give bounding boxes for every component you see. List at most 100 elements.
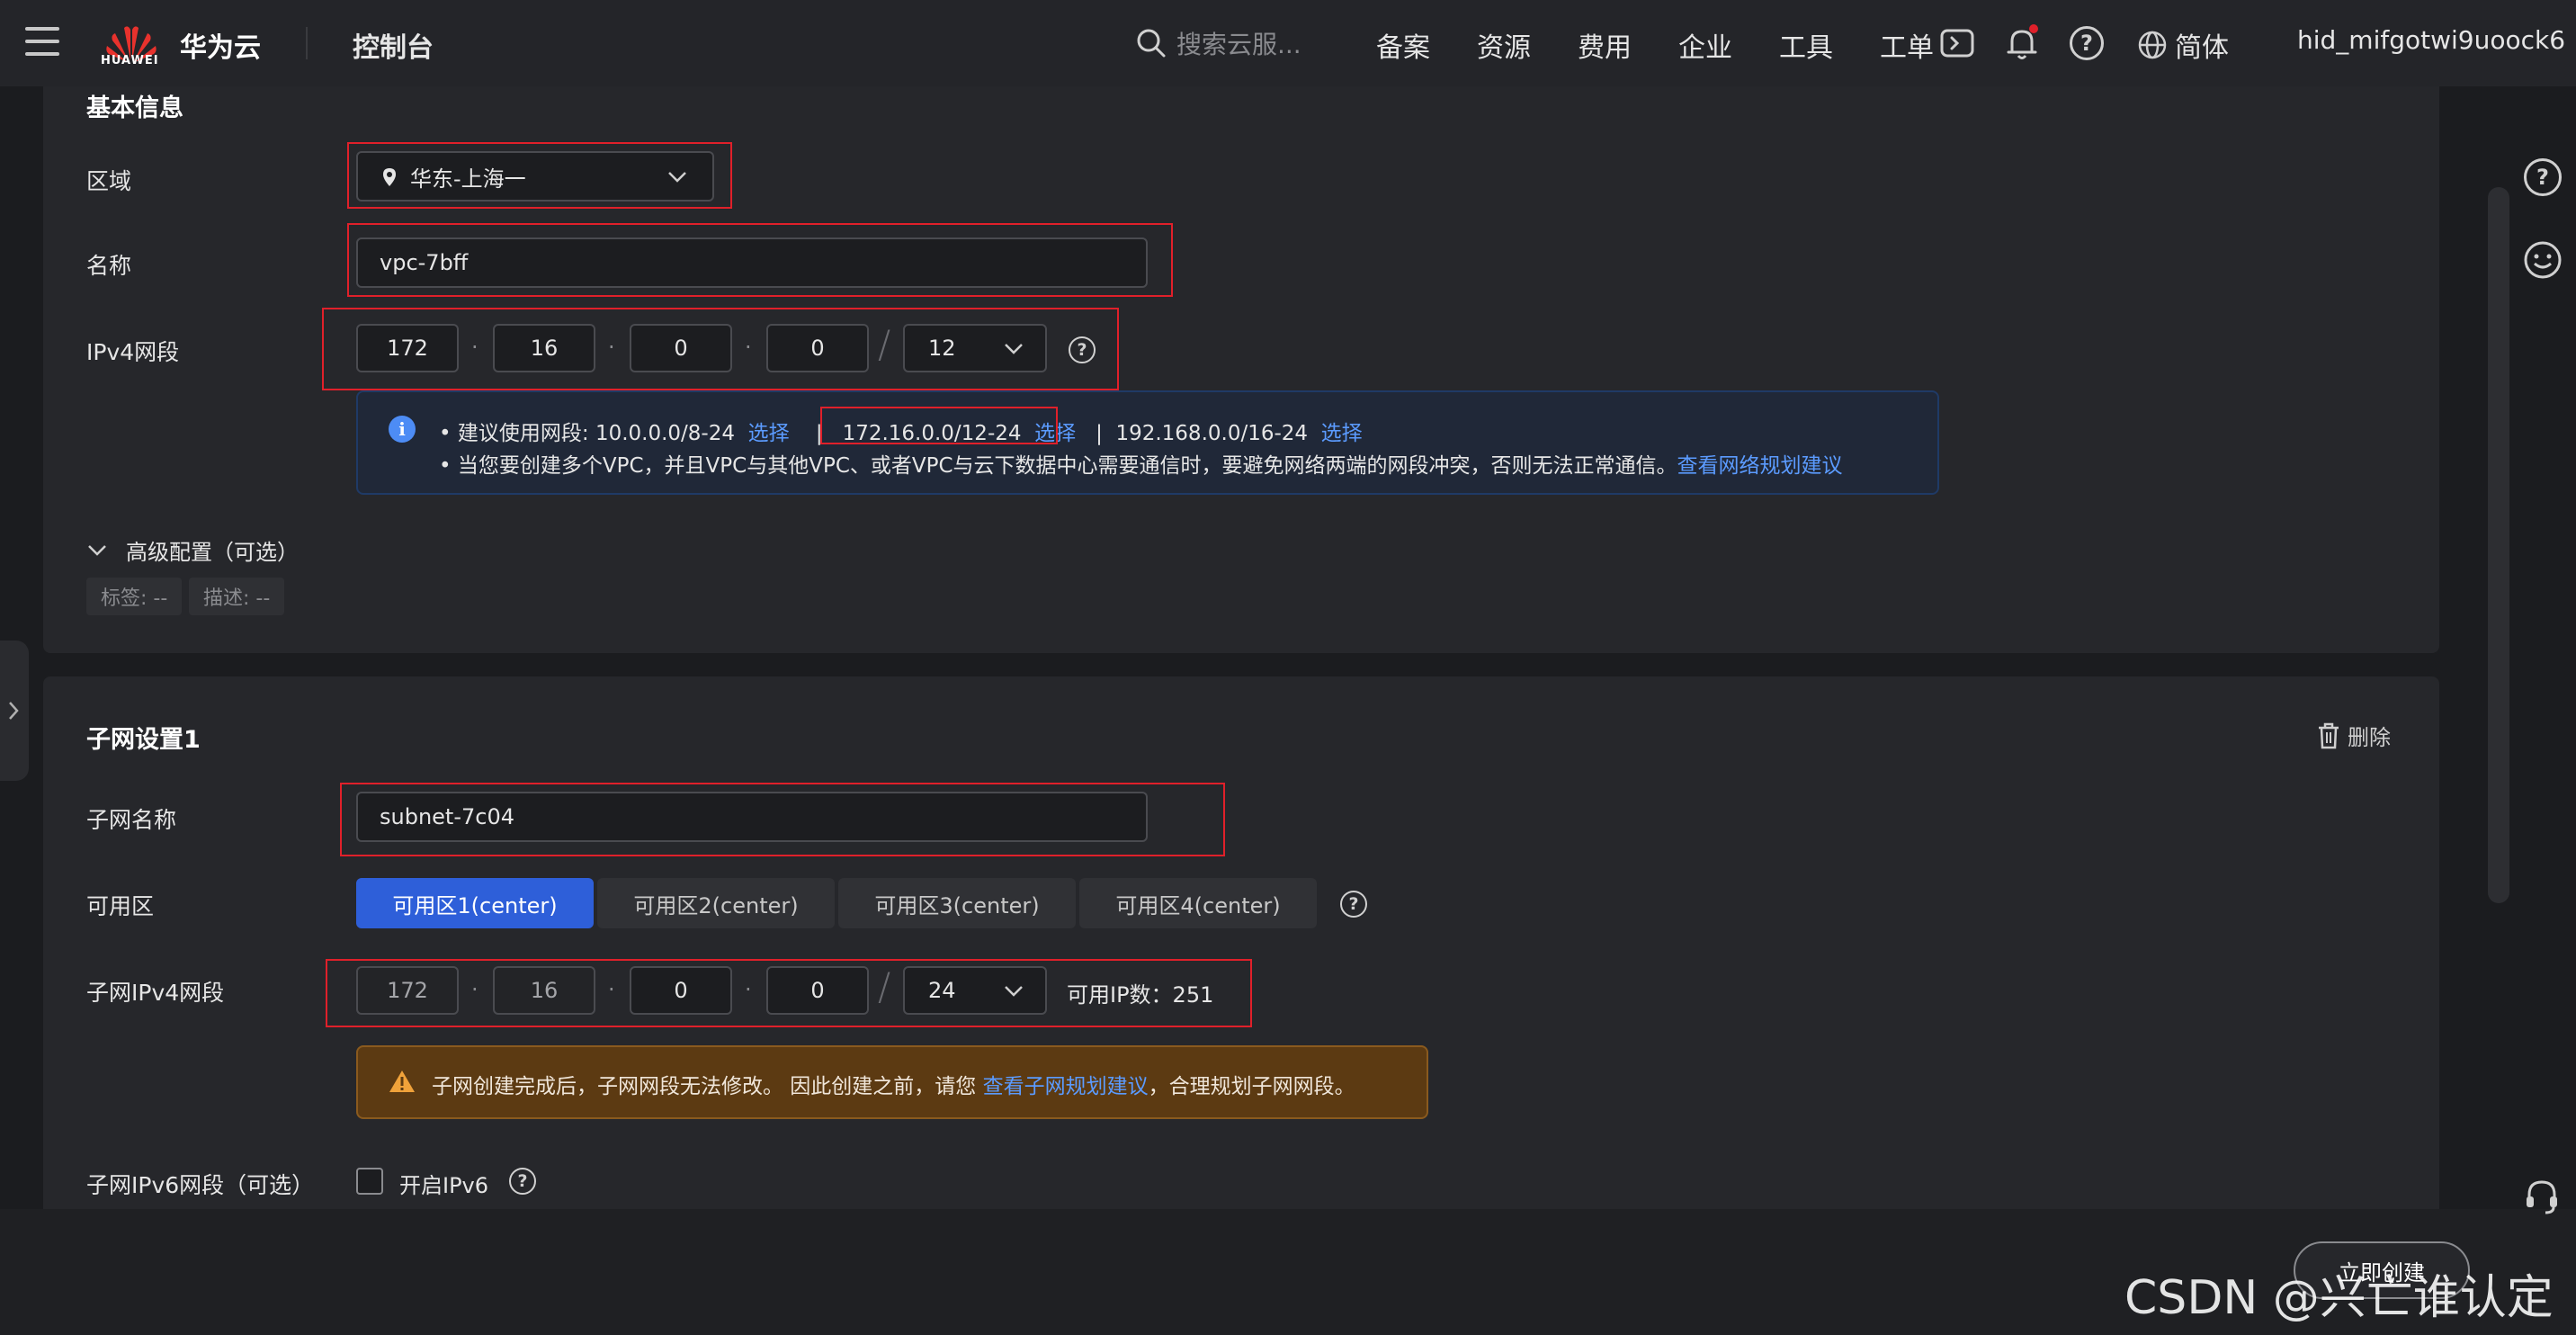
octet-separator: ·	[608, 977, 615, 1002]
expand-sidebar-tab[interactable]	[0, 641, 29, 781]
octet-separator: ·	[745, 977, 752, 1002]
region-select[interactable]: 华东-上海一	[356, 151, 714, 202]
chevron-down-icon	[88, 544, 106, 556]
description-chip: 描述: --	[189, 578, 285, 615]
top-bar: HUAWEI 华为云 控制台 搜索云服... 备案 资源 费用 企业 工具 工单…	[0, 0, 2576, 86]
nav-resources[interactable]: 资源	[1477, 25, 1531, 65]
chevron-down-icon	[1005, 344, 1023, 354]
ipv4-help-icon[interactable]: ?	[1069, 336, 1096, 363]
ipv4-octet-4[interactable]: 0	[766, 324, 869, 372]
location-pin-icon	[383, 168, 396, 186]
subnet-name-input[interactable]: subnet-7c04	[356, 792, 1148, 842]
az-help-icon[interactable]: ?	[1340, 891, 1367, 918]
az-label: 可用区	[86, 893, 155, 919]
subnet-octet-1: 172	[356, 966, 459, 1015]
az-option-3[interactable]: 可用区3(center)	[838, 878, 1076, 928]
octet-separator: ·	[471, 977, 479, 1002]
region-value: 华东-上海一	[410, 166, 526, 192]
mask-separator: /	[878, 964, 891, 1008]
feedback-smiley-icon[interactable]	[2522, 239, 2563, 281]
bullet: •	[439, 454, 458, 478]
subnet-mask-value: 24	[928, 978, 956, 1003]
menu-icon[interactable]	[25, 27, 59, 58]
az-option-1[interactable]: 可用区1(center)	[356, 878, 594, 928]
chevron-right-icon	[9, 702, 19, 720]
available-ip-count: 可用IP数：251	[1067, 982, 1214, 1008]
chevron-down-icon	[668, 172, 686, 183]
info-line-2: • 当您要创建多个VPC，并且VPC与其他VPC、或者VPC与云下数据中心需要通…	[439, 448, 1843, 479]
ipv4-octet-2[interactable]: 16	[493, 324, 595, 372]
enable-ipv6-label[interactable]: 开启IPv6	[399, 1168, 488, 1199]
csdn-watermark: CSDN @兴亡谁认定	[2124, 1271, 2554, 1325]
info-conflict-text: 当您要创建多个VPC，并且VPC与其他VPC、或者VPC与云下数据中心需要通信时…	[457, 454, 1677, 478]
user-account[interactable]: hid_mifgotwi9uoock6	[2297, 25, 2565, 55]
header-divider	[306, 27, 308, 59]
enable-ipv6-checkbox[interactable]	[356, 1168, 383, 1195]
info-icon: i	[389, 416, 416, 443]
ipv6-help-icon[interactable]: ?	[509, 1168, 536, 1195]
brand-name[interactable]: 华为云	[180, 25, 261, 65]
warning-text-post: ，合理规划子网网段。	[1148, 1075, 1355, 1098]
cloud-shell-icon[interactable]	[1937, 23, 1977, 63]
nav-billing[interactable]: 费用	[1578, 25, 1632, 65]
basic-info-title: 基本信息	[86, 94, 183, 122]
subnet-warning-box: 子网创建完成后，子网网段无法修改。 因此创建之前，请您 查看子网规划建议，合理规…	[356, 1045, 1428, 1119]
info-separator: |	[1096, 422, 1103, 445]
info-cidr-1: 建议使用网段: 10.0.0.0/8-24	[457, 422, 735, 445]
language-label: 简体	[2175, 32, 2229, 64]
top-nav: 备案 资源 费用 企业 工具 工单	[1376, 25, 1981, 65]
nav-tickets[interactable]: 工单	[1880, 25, 1934, 65]
az-option-4[interactable]: 可用区4(center)	[1079, 878, 1317, 928]
advanced-config-label: 高级配置（可选）	[126, 540, 299, 565]
search-icon	[1137, 29, 1166, 58]
subnet-name-label: 子网名称	[86, 807, 177, 833]
mask-separator: /	[878, 322, 891, 366]
nav-enterprise[interactable]: 企业	[1678, 25, 1732, 65]
vpc-name-input[interactable]: vpc-7bff	[356, 237, 1148, 288]
subnet-octet-4[interactable]: 0	[766, 966, 869, 1015]
language-switcher[interactable]: 简体	[2137, 25, 2229, 65]
select-cidr-3-link[interactable]: 选择	[1321, 422, 1363, 445]
delete-label: 删除	[2348, 725, 2391, 750]
info-cidr-3: 192.168.0.0/16-24	[1115, 422, 1309, 445]
bell-icon[interactable]	[2002, 23, 2042, 63]
ipv4-mask-select[interactable]: 12	[903, 324, 1047, 372]
search-box[interactable]: 搜索云服...	[1135, 22, 1301, 65]
region-label: 区域	[86, 168, 132, 194]
advanced-config-toggle[interactable]: 高级配置（可选）	[86, 534, 299, 566]
delete-subnet-button[interactable]: 删除	[2317, 720, 2391, 751]
globe-icon	[2138, 31, 2167, 59]
ipv4-octet-1[interactable]: 172	[356, 324, 459, 372]
customer-service-icon[interactable]	[2522, 1177, 2562, 1216]
network-planning-link[interactable]: 查看网络规划建议	[1677, 454, 1843, 478]
subnet-octet-2: 16	[493, 966, 595, 1015]
subnet-ipv6-label: 子网IPv6网段（可选）	[86, 1172, 315, 1198]
help-icon[interactable]: ?	[2067, 23, 2106, 63]
nav-tools[interactable]: 工具	[1779, 25, 1833, 65]
subnet-ipv4-label: 子网IPv4网段	[86, 980, 225, 1006]
nav-beian[interactable]: 备案	[1376, 25, 1430, 65]
help-icon[interactable]: ?	[2524, 158, 2562, 196]
console-title[interactable]: 控制台	[353, 25, 434, 65]
subnet-title: 子网设置1	[86, 726, 201, 754]
octet-separator: ·	[608, 335, 615, 360]
subnet-card	[43, 676, 2439, 1216]
logo-text: HUAWEI	[101, 54, 159, 67]
scrollbar[interactable]	[2488, 187, 2509, 903]
az-option-2[interactable]: 可用区2(center)	[597, 878, 835, 928]
ipv4-label: IPv4网段	[86, 339, 180, 365]
subnet-planning-link[interactable]: 查看子网规划建议	[983, 1075, 1149, 1098]
warning-icon	[389, 1071, 415, 1092]
tag-chip: 标签: --	[86, 578, 183, 615]
subnet-mask-select[interactable]: 24	[903, 966, 1047, 1015]
name-label: 名称	[86, 253, 132, 279]
select-cidr-1-link[interactable]: 选择	[748, 422, 790, 445]
bullet: •	[439, 422, 458, 445]
octet-separator: ·	[745, 335, 752, 360]
subnet-octet-3[interactable]: 0	[630, 966, 732, 1015]
trash-icon	[2319, 722, 2339, 748]
chevron-down-icon	[1005, 986, 1023, 997]
search-placeholder: 搜索云服...	[1176, 30, 1301, 59]
ipv4-octet-3[interactable]: 0	[630, 324, 732, 372]
highlight-box	[820, 407, 1058, 444]
